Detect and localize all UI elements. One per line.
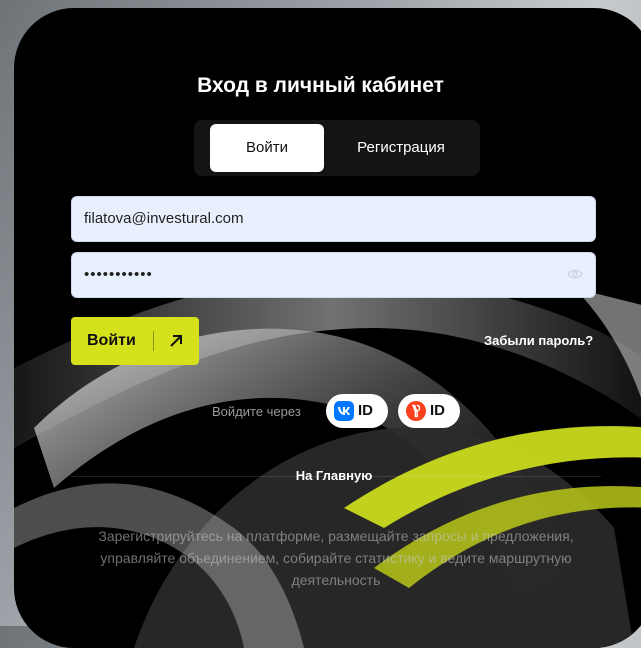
platform-description: Зарегистрируйтесь на платформе, размещай… bbox=[98, 528, 574, 588]
password-field[interactable]: ••••••••••• bbox=[71, 252, 596, 298]
page-title: Вход в личный кабинет bbox=[197, 74, 444, 97]
social-login-label: Войдите через bbox=[212, 404, 301, 419]
yandex-id-button[interactable]: ID bbox=[398, 394, 460, 428]
vk-id-label: ID bbox=[358, 402, 373, 419]
tab-login[interactable]: Войти bbox=[210, 124, 324, 172]
yandex-logo-icon bbox=[406, 401, 426, 421]
vk-logo-icon bbox=[334, 401, 354, 421]
login-button[interactable]: Войти bbox=[71, 317, 199, 365]
arrow-up-right-icon bbox=[170, 335, 182, 347]
password-value: ••••••••••• bbox=[84, 266, 153, 283]
email-field[interactable]: filatova@investural.com bbox=[71, 196, 596, 242]
login-button-label: Войти bbox=[87, 332, 136, 349]
forgot-password-link[interactable]: Забыли пароль? bbox=[484, 333, 593, 348]
divider bbox=[71, 476, 601, 477]
eye-icon[interactable] bbox=[567, 266, 583, 282]
vk-id-button[interactable]: ID bbox=[326, 394, 388, 428]
yandex-id-label: ID bbox=[430, 402, 445, 419]
auth-tabs: Войти Регистрация bbox=[194, 120, 480, 176]
login-card: Вход в личный кабинет Войти Регистрация … bbox=[14, 8, 641, 648]
button-divider bbox=[153, 331, 154, 351]
tab-register[interactable]: Регистрация bbox=[326, 124, 476, 172]
